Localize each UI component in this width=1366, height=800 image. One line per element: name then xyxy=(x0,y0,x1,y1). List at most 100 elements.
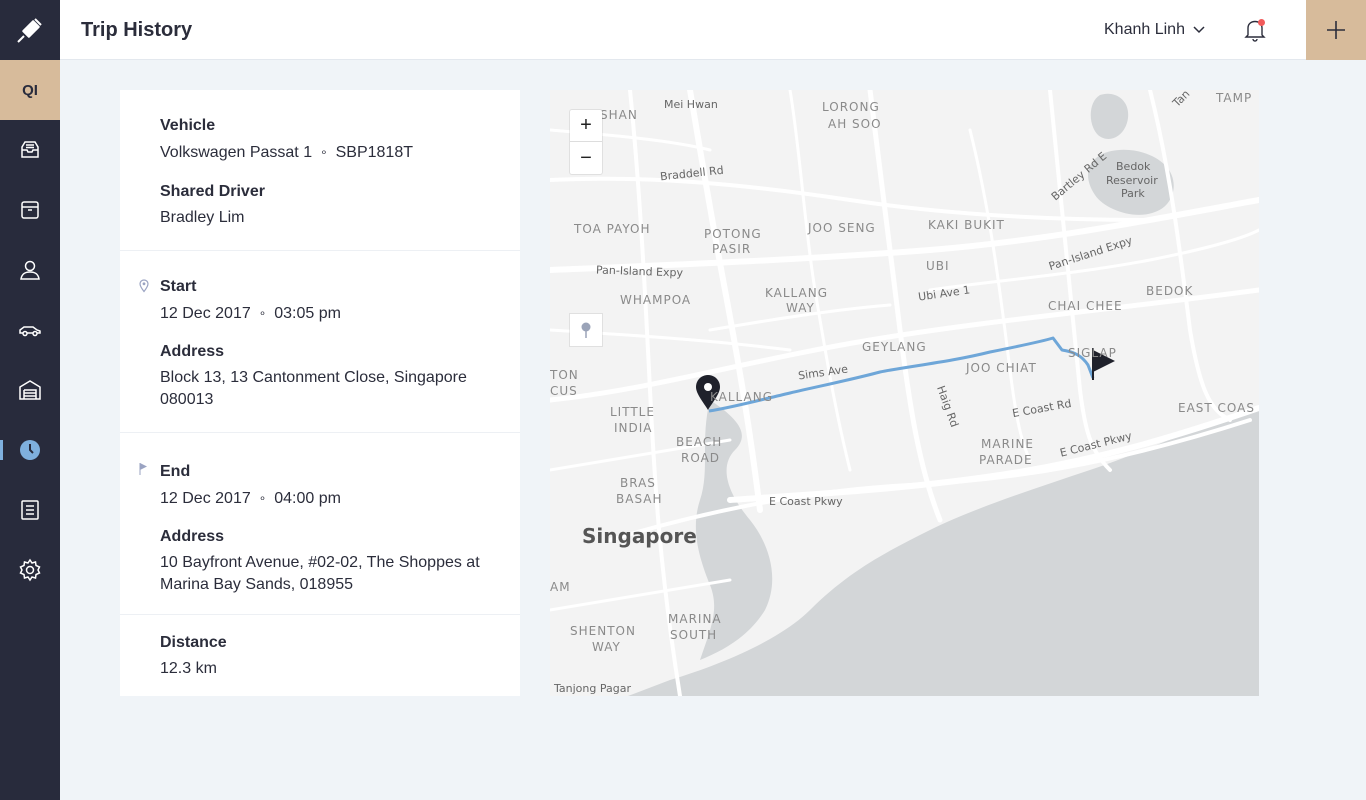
end-datetime: 12 Dec 2017 ∘ 04:00 pm xyxy=(160,487,520,510)
map-label: PASIR xyxy=(712,242,752,256)
map-label: WAY xyxy=(592,640,621,654)
map-label: CUS xyxy=(550,384,578,398)
driver-name: Bradley Lim xyxy=(160,209,245,226)
map-label: TON xyxy=(550,368,579,382)
car-icon xyxy=(19,326,41,337)
map-label: JOO SENG xyxy=(808,221,876,235)
map-label: E Coast Pkwy xyxy=(769,495,843,508)
org-badge[interactable]: QI xyxy=(0,60,60,120)
box-icon xyxy=(21,201,39,219)
map-label: KALLANG xyxy=(710,390,773,404)
map-label: ROAD xyxy=(681,451,721,465)
vehicle-plate: SBP1818T xyxy=(335,144,413,161)
vehicle-label: Vehicle xyxy=(160,117,216,134)
vehicle-value: Volkswagen Passat 1 ∘ SBP1818T xyxy=(160,141,520,164)
plus-icon xyxy=(1327,21,1345,39)
sidebar: QI xyxy=(0,0,60,800)
locate-button[interactable] xyxy=(570,314,602,346)
add-button[interactable] xyxy=(1306,0,1366,60)
garage-icon xyxy=(19,380,41,400)
start-section: Start 12 Dec 2017 ∘ 03:05 pm Address Block… xyxy=(120,251,520,433)
map-label: CHAI CHEE xyxy=(1048,299,1123,313)
user-menu[interactable]: Khanh Linh xyxy=(1104,21,1205,39)
end-date: 12 Dec 2017 xyxy=(160,490,251,507)
map-label: TOA PAYOH xyxy=(574,222,651,236)
map-label: Mei Hwan xyxy=(664,98,718,111)
top-header: Trip History Khanh Linh xyxy=(60,0,1366,60)
end-section: End 12 Dec 2017 ∘ 04:00 pm Address 10 Bayf… xyxy=(120,433,520,615)
sidebar-item-users[interactable] xyxy=(0,240,60,300)
gear-icon xyxy=(19,558,41,582)
start-date: 12 Dec 2017 xyxy=(160,305,251,322)
end-label: End xyxy=(160,463,191,480)
start-address: Block 13, 13 Cantonment Close, Singapore… xyxy=(160,367,520,411)
end-address-line1: 10 Bayfront Avenue, #02-02, The Shoppes … xyxy=(160,554,480,571)
pin-icon xyxy=(581,322,591,338)
map-label: Bedok xyxy=(1116,160,1151,173)
trip-details-panel: Vehicle Volkswagen Passat 1 ∘ SBP1818T Sha… xyxy=(120,90,520,696)
driver-label: Shared Driver xyxy=(160,183,265,200)
sidebar-item-box[interactable] xyxy=(0,180,60,240)
map-label: WAY xyxy=(786,301,815,315)
end-address-line2: Marina Bay Sands, 018955 xyxy=(160,576,354,593)
map-label-city: Singapore xyxy=(582,524,697,548)
distance-section: Distance 12.3 km xyxy=(120,615,520,696)
inbox-icon xyxy=(21,141,39,158)
map-label: BRAS xyxy=(620,476,656,490)
user-icon xyxy=(20,260,40,280)
map-label: MARINE xyxy=(981,437,1034,451)
map-label: LITTLE xyxy=(610,405,655,419)
map-label: AH SOO xyxy=(828,117,882,131)
start-time: 03:05 pm xyxy=(274,305,341,322)
map-label: GEYLANG xyxy=(862,340,927,354)
vehicle-section: Vehicle Volkswagen Passat 1 ∘ SBP1818T Sha… xyxy=(120,90,520,251)
brush-logo-icon xyxy=(17,18,42,43)
lake xyxy=(1090,93,1129,139)
map-label: BASAH xyxy=(616,492,663,506)
separator-dot: ∘ xyxy=(258,306,267,320)
start-address-label: Address xyxy=(160,343,225,360)
map-label: SIGLAP xyxy=(1068,346,1117,360)
app-logo[interactable] xyxy=(0,0,60,60)
sidebar-item-settings[interactable] xyxy=(0,540,60,600)
notifications-button[interactable] xyxy=(1242,17,1268,43)
map-label: Reservoir xyxy=(1106,174,1158,187)
map-label: INDIA xyxy=(614,421,653,435)
map-label: WHAMPOA xyxy=(620,293,692,307)
map-label: TAMP xyxy=(1216,91,1253,105)
flag-icon xyxy=(139,463,147,475)
map-label: SHENTON xyxy=(570,624,636,638)
clock-icon xyxy=(20,440,40,460)
map-label: KALLANG xyxy=(765,286,828,300)
sidebar-item-trip-history[interactable] xyxy=(0,420,60,480)
start-address-line2: 080013 xyxy=(160,391,214,408)
zoom-out-button[interactable]: − xyxy=(570,142,602,174)
org-initials: QI xyxy=(22,81,38,99)
document-icon xyxy=(21,500,39,520)
end-address-label: Address xyxy=(160,528,225,545)
start-datetime: 12 Dec 2017 ∘ 03:05 pm xyxy=(160,302,520,325)
page-title: Trip History xyxy=(81,19,193,41)
map-label: UBI xyxy=(926,259,950,273)
sidebar-item-garage[interactable] xyxy=(0,360,60,420)
map-label: Tanjong Pagar xyxy=(554,682,631,695)
end-time: 04:00 pm xyxy=(274,490,341,507)
sidebar-item-vehicles[interactable] xyxy=(0,300,60,360)
sidebar-item-inbox[interactable] xyxy=(0,120,60,180)
map-label: EAST COAS xyxy=(1178,401,1255,415)
map-label: BEDOK xyxy=(1146,284,1194,298)
chevron-down-icon xyxy=(1193,26,1205,34)
start-label: Start xyxy=(160,278,197,295)
map-label: Park xyxy=(1121,187,1145,200)
trip-map[interactable]: Mei Hwan LORONG AH SOO SHAN Braddell Rd … xyxy=(550,90,1259,696)
map-label: KAKI BUKIT xyxy=(928,218,1005,232)
sidebar-item-reports[interactable] xyxy=(0,480,60,540)
map-label: SHAN xyxy=(600,108,638,122)
map-label: MARINA xyxy=(668,612,722,626)
map-label: JOO CHIAT xyxy=(966,361,1037,375)
map-label: POTONG xyxy=(704,227,762,241)
map-label: LORONG xyxy=(822,100,880,114)
distance-label: Distance xyxy=(160,634,227,651)
zoom-in-button[interactable]: + xyxy=(570,110,602,142)
end-address: 10 Bayfront Avenue, #02-02, The Shoppes … xyxy=(160,552,520,596)
